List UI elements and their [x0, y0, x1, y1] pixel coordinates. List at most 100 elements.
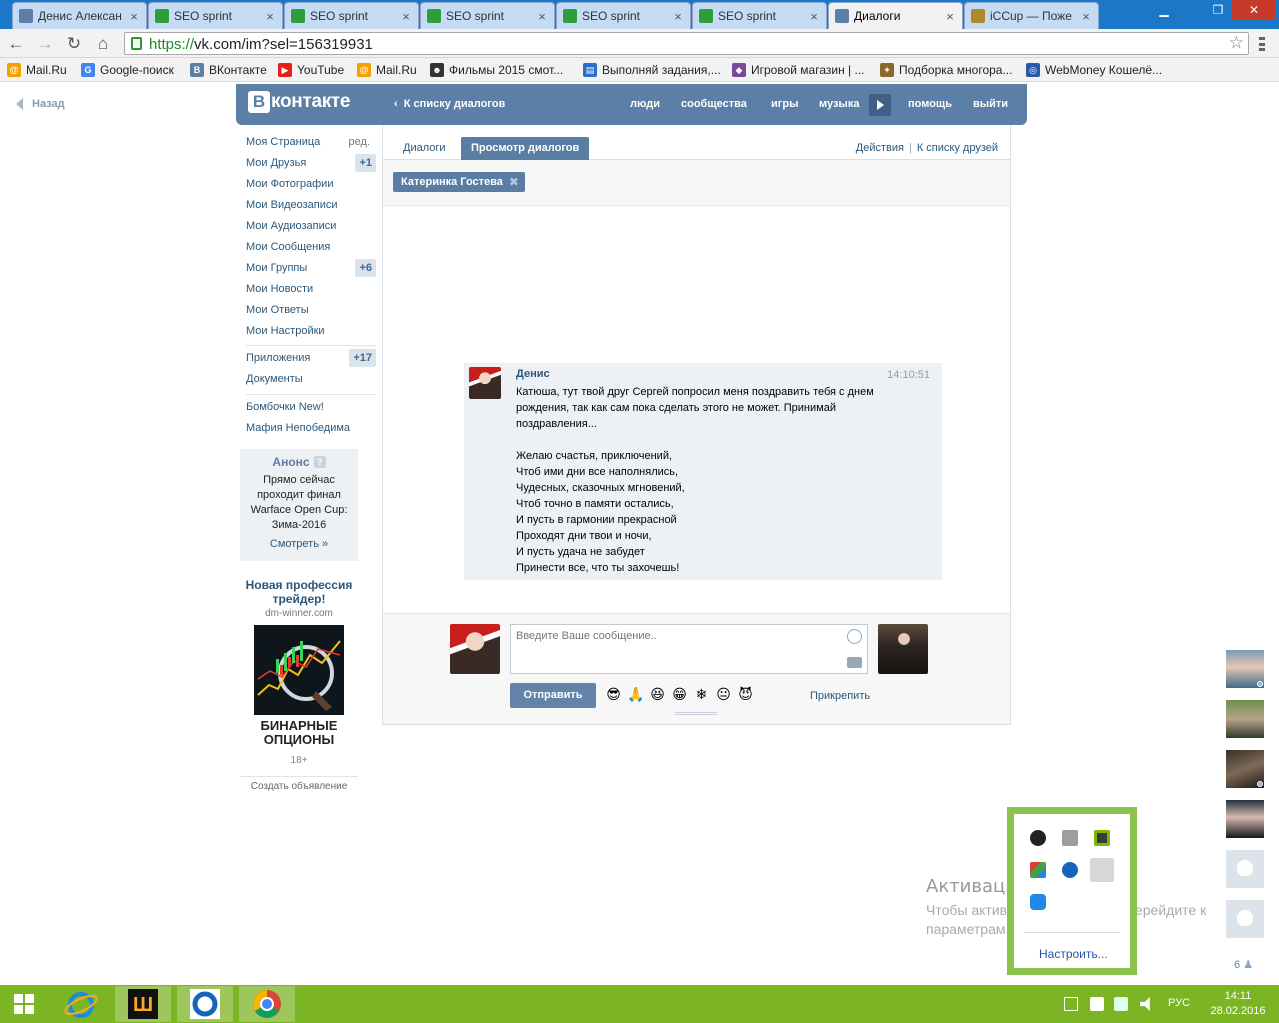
browser-tab[interactable]: iCCup — Поже × — [964, 2, 1099, 29]
tray-configure-link[interactable]: Настроить... — [1039, 947, 1108, 961]
peer-avatar[interactable] — [878, 624, 928, 674]
bookmark-item[interactable]: ✦ Подборка многора... — [880, 62, 1012, 78]
system-clock[interactable]: 14:11 28.02.2016 — [1200, 989, 1276, 1019]
close-tab-icon[interactable]: × — [672, 9, 684, 24]
bookmark-star-icon[interactable]: ☆ — [1229, 33, 1244, 53]
close-window-button[interactable]: ✕ — [1232, 0, 1276, 20]
nav-communities[interactable]: сообщества — [681, 98, 747, 110]
address-bar[interactable]: https://vk.com/im?sel=156319931 ☆ — [124, 32, 1249, 55]
nav-people[interactable]: люди — [630, 98, 660, 110]
vk-logo[interactable]: В контакте — [248, 91, 351, 113]
input-language[interactable]: РУС — [1168, 997, 1190, 1009]
emoji-icon[interactable]: ❄ — [693, 686, 710, 703]
back-arrow-icon[interactable]: ← — [5, 33, 27, 55]
ad-chart-image[interactable] — [254, 625, 344, 715]
sender-avatar[interactable] — [469, 367, 501, 399]
music-play-icon[interactable] — [869, 94, 891, 116]
network-icon[interactable] — [1114, 997, 1128, 1011]
webmoney-keeper-icon[interactable]: Ш — [115, 986, 171, 1022]
emoji-icon[interactable]: 😈 — [737, 686, 754, 703]
friends-online-count[interactable]: 6 ♟ — [1234, 958, 1253, 971]
tray-expand-icon[interactable] — [1064, 997, 1078, 1011]
close-tab-icon[interactable]: × — [944, 9, 956, 24]
sidebar-item[interactable]: Мафия Непобедима — [246, 419, 376, 437]
my-avatar[interactable] — [450, 624, 500, 674]
bookmark-item[interactable]: ▤ Выполняй задания,... — [583, 62, 721, 78]
friend-avatar[interactable] — [1226, 750, 1264, 788]
browser-tab[interactable]: SEO sprint × — [284, 2, 419, 29]
sidebar-item[interactable]: Мои Ответы — [246, 301, 376, 319]
sidebar-item[interactable]: Мои Новости — [246, 280, 376, 298]
back-link[interactable]: Назад — [16, 98, 65, 110]
bookmark-item[interactable]: ▶ YouTube — [278, 62, 344, 78]
tab-view-dialogs[interactable]: Просмотр диалогов — [461, 137, 590, 160]
browser-tab[interactable]: Денис Алексан × — [12, 2, 147, 29]
friend-avatar[interactable] — [1226, 700, 1264, 738]
bookmark-item[interactable]: @ Mail.Ru — [357, 62, 417, 78]
resize-grip[interactable] — [675, 712, 717, 715]
close-tab-icon[interactable]: × — [400, 9, 412, 24]
chrome-menu-icon[interactable] — [1254, 35, 1270, 53]
browser-tab[interactable]: SEO sprint × — [420, 2, 555, 29]
sidebar-item[interactable]: Мои Друзья +1 — [246, 154, 376, 172]
sidebar-item[interactable]: Моя Страница ред. — [246, 133, 376, 151]
close-tab-icon[interactable]: × — [128, 9, 140, 24]
flag-icon[interactable] — [1090, 997, 1104, 1011]
minimize-button[interactable]: ▁ — [1150, 0, 1178, 20]
sidebar-item[interactable]: Мои Фотографии — [246, 175, 376, 193]
chrome-taskbar-icon[interactable] — [239, 986, 295, 1022]
emoji-icon[interactable]: 😆 — [649, 686, 666, 703]
camera-icon[interactable] — [847, 657, 862, 668]
emoji-smile-icon[interactable] — [847, 629, 862, 644]
counter-badge[interactable]: +17 — [349, 349, 376, 367]
bookmark-item[interactable]: В ВКонтакте — [190, 62, 267, 78]
bookmark-item[interactable]: ◆ Игровой магазин | ... — [732, 62, 865, 78]
emoji-icon[interactable]: 😎 — [605, 686, 622, 703]
message-author[interactable]: Денис — [516, 368, 550, 380]
close-tab-icon[interactable]: × — [264, 9, 276, 24]
internet-explorer-icon[interactable] — [53, 986, 109, 1022]
start-button[interactable] — [0, 986, 48, 1022]
friends-list-link[interactable]: К списку друзей — [917, 142, 998, 154]
bookmark-item[interactable]: @ Mail.Ru — [7, 62, 67, 78]
ad-block[interactable]: Новая профессия трейдер! dm-winner.com Б… — [240, 578, 358, 766]
message-item[interactable]: Денис 14:10:51 Катюша, тут твой друг Сер… — [464, 363, 942, 580]
friend-default-avatar[interactable] — [1226, 850, 1264, 888]
nav-logout[interactable]: выйти — [973, 98, 1008, 110]
g-app-icon[interactable] — [1030, 894, 1046, 910]
sidebar-item[interactable]: Бомбочки New! — [246, 398, 376, 416]
back-to-dialogs-link[interactable]: ‹ К списку диалогов — [394, 98, 505, 110]
ad-title[interactable]: Новая профессия трейдер! — [240, 578, 358, 606]
nav-music[interactable]: музыка — [819, 98, 859, 110]
nvidia-icon[interactable] — [1094, 830, 1110, 846]
device-check-icon[interactable] — [1062, 830, 1078, 846]
sidebar-item[interactable]: Мои Группы +6 — [246, 259, 376, 277]
counter-badge[interactable]: +6 — [355, 259, 376, 277]
nav-help[interactable]: помощь — [908, 98, 952, 110]
browser-tab[interactable]: SEO sprint × — [148, 2, 283, 29]
actions-link[interactable]: Действия — [856, 142, 904, 154]
emoji-icon[interactable]: 🙏 — [627, 686, 644, 703]
counter-badge[interactable]: +1 — [355, 154, 376, 172]
friend-avatar[interactable] — [1226, 800, 1264, 838]
emoji-icon[interactable]: 😐 — [715, 686, 732, 703]
sidebar-item[interactable]: Мои Настройки — [246, 322, 376, 340]
restore-button[interactable]: ❐ — [1204, 0, 1232, 20]
sync-app-icon[interactable] — [1062, 862, 1078, 878]
home-icon[interactable]: ⌂ — [92, 33, 114, 55]
close-tab-icon[interactable]: × — [536, 9, 548, 24]
nav-games[interactable]: игры — [771, 98, 798, 110]
announcement-watch-link[interactable]: Смотреть » — [240, 538, 358, 550]
sidebar-item[interactable]: Приложения +17 — [246, 349, 376, 367]
sidebar-item[interactable]: Документы — [246, 370, 376, 388]
bookmark-item[interactable]: ◎ WebMoney Кошелё... — [1026, 62, 1162, 78]
bookmark-item[interactable]: G Google-поиск — [81, 62, 174, 78]
forward-arrow-icon[interactable]: → — [34, 33, 56, 55]
close-tab-icon[interactable]: × — [1080, 9, 1092, 24]
browser-tab[interactable]: SEO sprint × — [692, 2, 827, 29]
message-time[interactable]: 14:10:51 — [887, 369, 930, 381]
tab-dialogs[interactable]: Диалоги — [393, 137, 456, 160]
sidebar-item[interactable]: Мои Сообщения — [246, 238, 376, 256]
browser-tab[interactable]: SEO sprint × — [556, 2, 691, 29]
sidebar-item[interactable]: Мои Видеозаписи — [246, 196, 376, 214]
